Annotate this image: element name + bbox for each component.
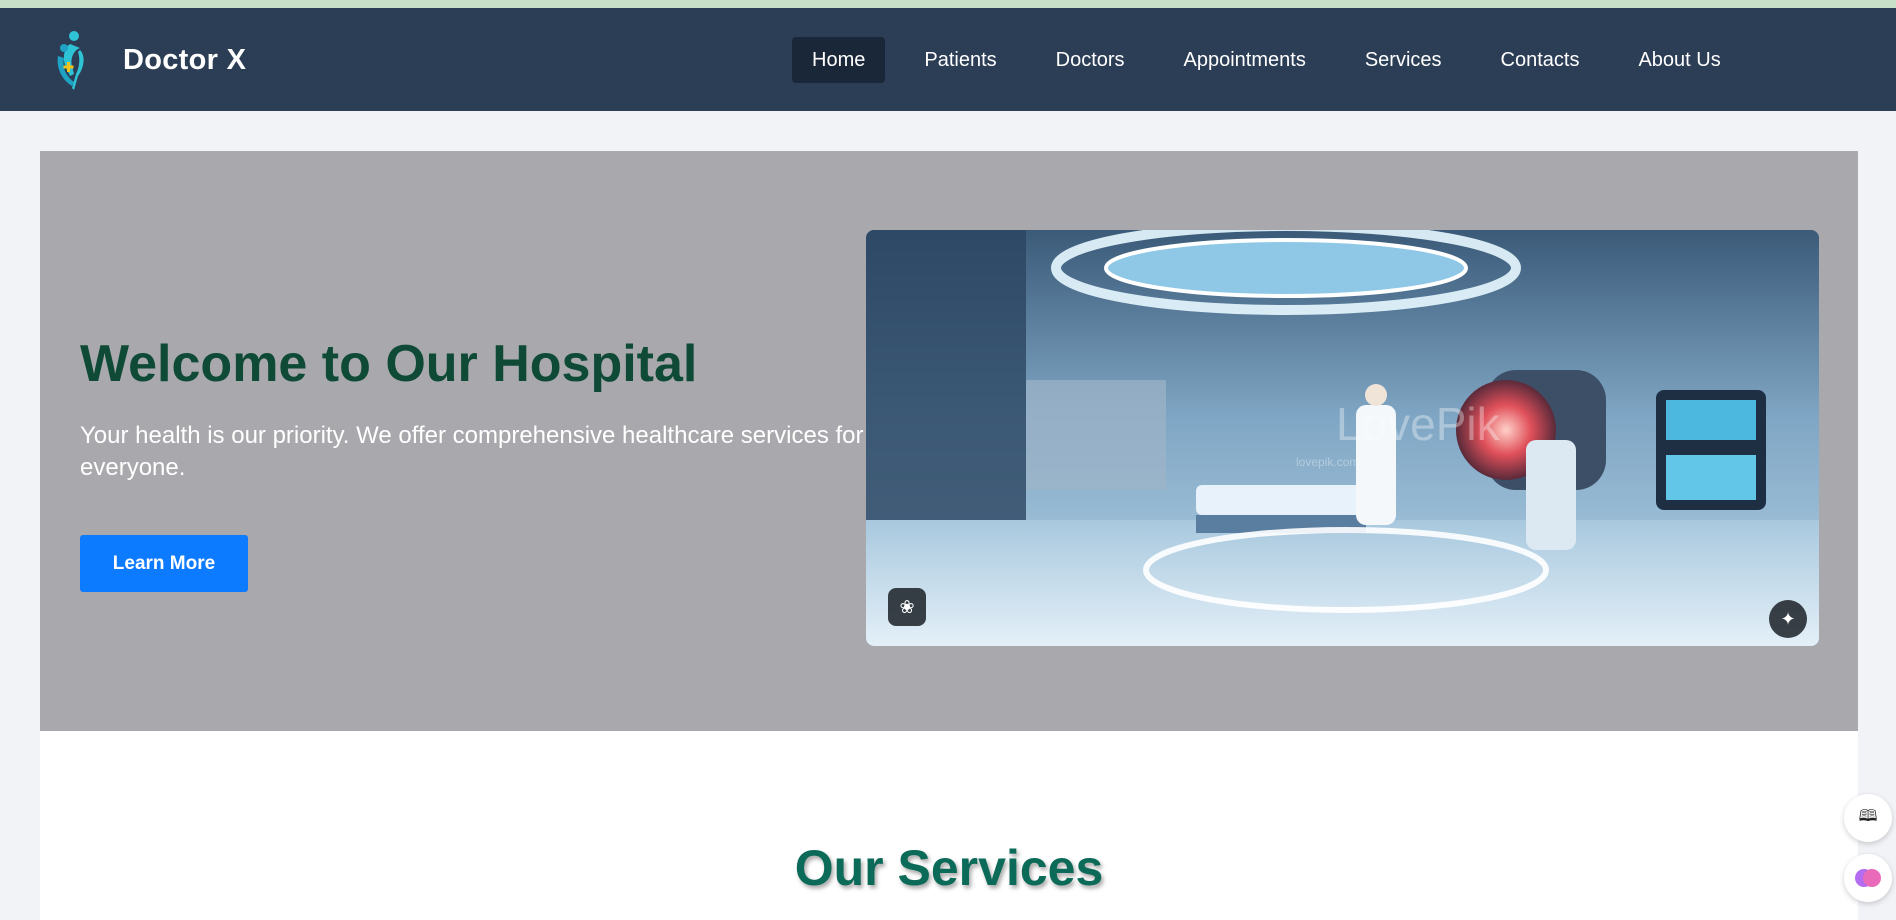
nav-appointments[interactable]: Appointments bbox=[1164, 37, 1326, 83]
doctor-patient-logo-icon bbox=[57, 31, 84, 90]
hero-section: Welcome to Our Hospital Your health is o… bbox=[40, 151, 1858, 731]
hero-image: LovePik lovepik.com ❀ ✦ bbox=[866, 230, 1819, 646]
nav-patients[interactable]: Patients bbox=[904, 37, 1016, 83]
hero-description: Your health is our priority. We offer co… bbox=[80, 422, 864, 481]
brand-name: Doctor X bbox=[123, 43, 247, 76]
nav-doctors[interactable]: Doctors bbox=[1036, 37, 1145, 83]
reader-book-icon[interactable]: 🕮 bbox=[1844, 794, 1892, 842]
assistant-brain-icon[interactable] bbox=[1844, 854, 1892, 902]
nav-about-us[interactable]: About Us bbox=[1618, 37, 1740, 83]
ai-brain-icon[interactable]: ❀ bbox=[888, 588, 926, 626]
hero-title: Welcome to Our Hospital bbox=[80, 335, 698, 393]
nav-home[interactable]: Home bbox=[792, 37, 886, 83]
image-watermark-sub: lovepik.com bbox=[1296, 455, 1359, 469]
services-title: Our Services bbox=[794, 840, 1104, 896]
top-accent-strip bbox=[0, 0, 1896, 8]
nav-services[interactable]: Services bbox=[1345, 37, 1462, 83]
image-watermark: LovePik bbox=[1336, 398, 1501, 450]
brand[interactable]: Doctor X bbox=[52, 28, 246, 92]
magic-wand-icon[interactable]: ✦ bbox=[1769, 600, 1807, 638]
main-nav: Home Patients Doctors Appointments Servi… bbox=[792, 37, 1741, 83]
hospital-room-illustration: LovePik lovepik.com bbox=[866, 230, 1819, 646]
services-section: Our Services bbox=[40, 731, 1858, 920]
nav-contacts[interactable]: Contacts bbox=[1481, 37, 1600, 83]
learn-more-button[interactable]: Learn More bbox=[80, 535, 248, 592]
navbar: Doctor X Home Patients Doctors Appointme… bbox=[0, 8, 1896, 111]
